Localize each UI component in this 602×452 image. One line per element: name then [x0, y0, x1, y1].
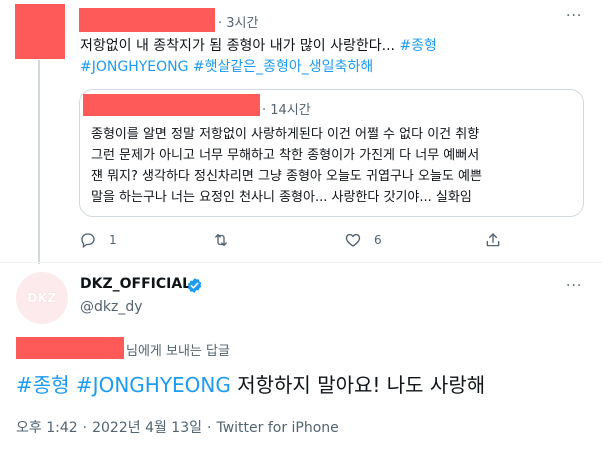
reply-icon — [81, 233, 95, 249]
quoted-tweet-text: 종형이를 알면 정말 저항없이 사랑하게된다 이건 어쩔 수 없다 이건 취향 … — [91, 124, 573, 208]
reply-time-text: 3시간 — [226, 16, 259, 31]
reply-button[interactable]: 1 — [79, 231, 117, 249]
tweet-time[interactable]: 오후 1:42 — [16, 420, 78, 436]
redacted-username — [79, 8, 215, 32]
reply-text: 저항없이 내 종착지가 됨 종형아 내가 많이 사랑한다... — [80, 38, 400, 54]
main-text: 저항하지 말아요! 나도 사랑해 — [230, 373, 486, 397]
tweet-source[interactable]: Twitter for iPhone — [216, 420, 338, 436]
separator: · — [207, 420, 212, 436]
thread-connector-line — [38, 60, 40, 264]
quoted-timestamp[interactable]: · 14시간 — [262, 99, 311, 118]
verified-badge-icon — [187, 278, 202, 293]
like-button[interactable]: 6 — [344, 231, 382, 249]
more-icon[interactable]: ··· — [566, 8, 582, 24]
retweet-icon — [215, 234, 227, 246]
tweet-divider — [0, 262, 602, 263]
reply-tweet-text: 저항없이 내 종착지가 됨 종형아 내가 많이 사랑한다... #종형 #JON… — [80, 36, 580, 78]
avatar[interactable]: DKZ — [16, 272, 68, 324]
quoted-time-text: 14시간 — [270, 103, 311, 118]
redacted-quoted-username — [83, 94, 260, 116]
retweet-button[interactable] — [212, 231, 242, 249]
share-button[interactable] — [484, 231, 502, 249]
display-name[interactable]: DKZ_OFFICIAL — [80, 276, 191, 292]
avatar-logo-text: DKZ — [27, 291, 57, 305]
redacted-avatar — [15, 4, 65, 59]
quoted-line: 종형이를 알면 정말 저항없이 사랑하게된다 이건 어쩔 수 없다 이건 취향 — [91, 127, 480, 142]
user-handle[interactable]: @dkz_dy — [80, 299, 143, 315]
reply-timestamp[interactable]: · 3시간 — [218, 12, 258, 31]
hashtag-links[interactable]: #JONGHYEONG #햇살같은_종형아_생일축하해 — [80, 57, 580, 78]
hashtag-link[interactable]: #종형 — [16, 373, 70, 397]
tweet-metadata: 오후 1:42 · 2022년 4월 13일 · Twitter for iPhone — [16, 417, 339, 437]
main-tweet-text: #종형 #JONGHYEONG 저항하지 말아요! 나도 사랑해 — [16, 371, 485, 399]
share-icon — [486, 233, 500, 247]
quoted-line: 쟨 뭐지? 생각하다 정신차리면 그냥 종형아 오늘도 귀엽구나 오늘도 예쁜 — [91, 169, 482, 184]
quoted-line: 그런 문제가 아니고 너무 무해하고 착한 종형이가 가진게 다 너무 예뻐서 — [91, 148, 480, 163]
tweet-date[interactable]: 2022년 4월 13일 — [92, 420, 202, 436]
more-icon[interactable]: ··· — [566, 278, 582, 294]
like-count: 6 — [374, 233, 382, 247]
redacted-reply-to-user — [16, 337, 124, 359]
reply-to-label: 님에게 보내는 답글 — [126, 344, 230, 359]
quoted-line: 말을 하는구나 너는 요정인 천사니 종형아... 사랑한다 갓기야... 실화… — [91, 190, 472, 205]
hashtag-link[interactable]: #JONGHYEONG — [76, 373, 231, 397]
reply-count: 1 — [109, 233, 117, 247]
like-icon — [345, 233, 361, 247]
separator: · — [82, 420, 88, 436]
hashtag-link[interactable]: #종형 — [399, 38, 437, 54]
